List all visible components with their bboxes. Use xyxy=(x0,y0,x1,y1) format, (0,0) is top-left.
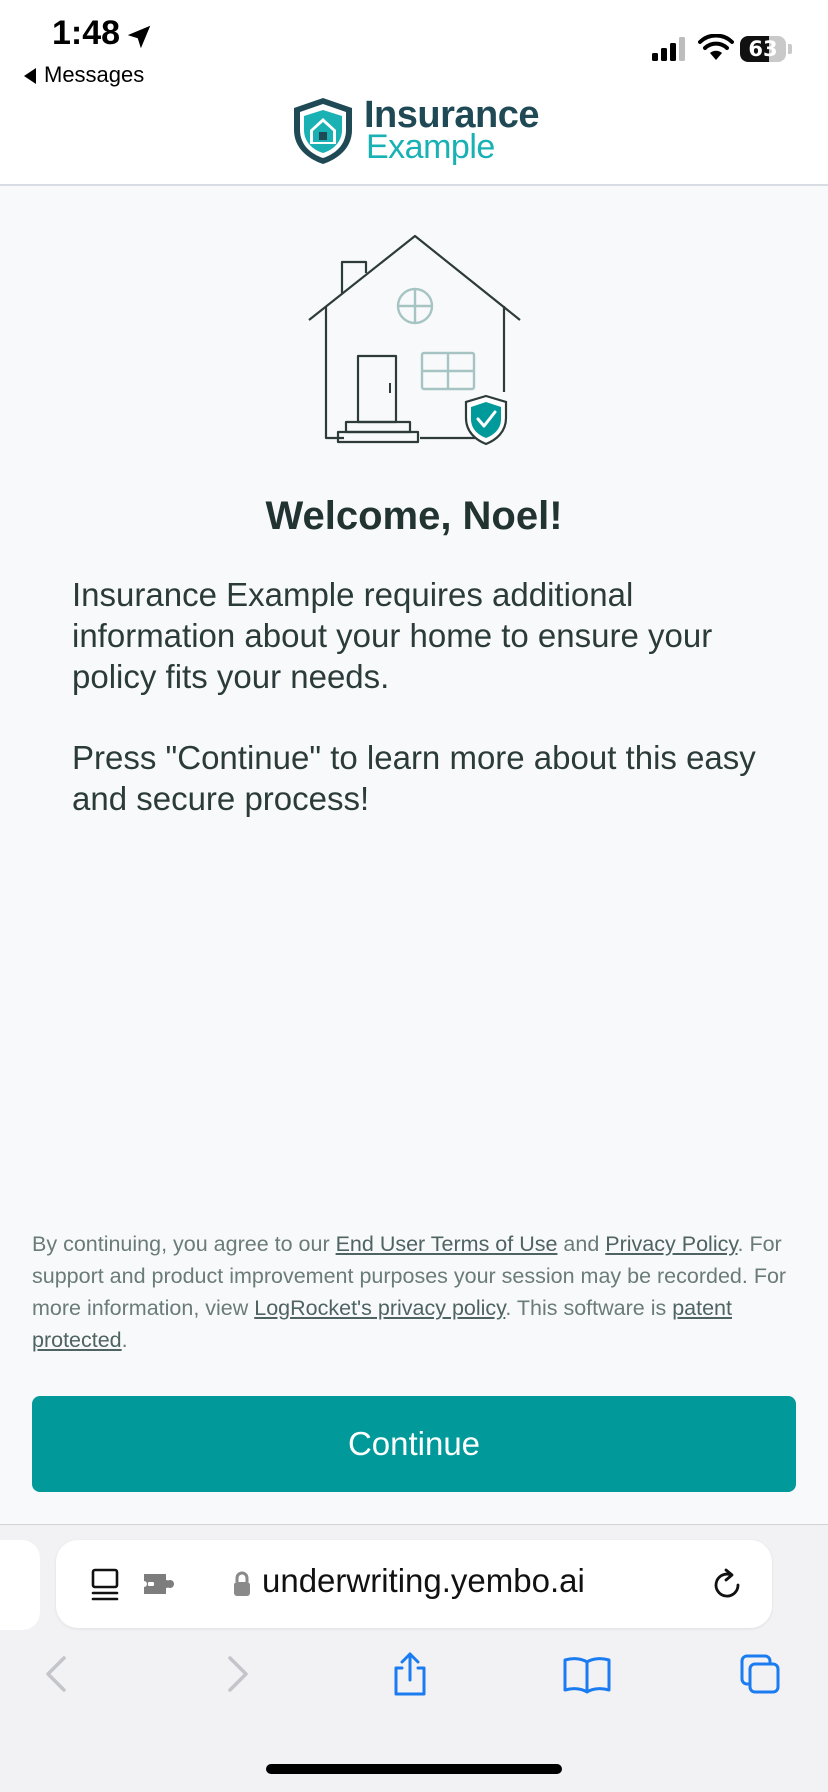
intro-paragraph-2: Press "Continue" to learn more about thi… xyxy=(72,739,756,817)
lock-icon xyxy=(234,1571,250,1596)
previous-tab-card[interactable] xyxy=(0,1540,40,1630)
tabs-icon[interactable] xyxy=(738,1652,782,1696)
terms-disclaimer: By continuing, you agree to our End User… xyxy=(32,1228,802,1356)
logrocket-privacy-link[interactable]: LogRocket's privacy policy xyxy=(254,1296,505,1320)
house-shield-illustration xyxy=(308,234,521,446)
status-time: 1:48 xyxy=(52,14,121,52)
cellular-signal-icon xyxy=(652,37,685,61)
terms-text-2: and xyxy=(557,1232,606,1256)
forward-icon[interactable] xyxy=(214,1652,258,1696)
share-icon[interactable] xyxy=(388,1652,432,1696)
location-arrow-icon xyxy=(127,25,151,49)
brand-header: Insurance Example xyxy=(0,94,828,186)
wifi-icon xyxy=(698,34,734,60)
brand-name-line2: Example xyxy=(366,128,495,166)
back-triangle-icon xyxy=(24,68,36,85)
extension-puzzle-icon[interactable] xyxy=(140,1568,178,1600)
reader-mode-icon[interactable] xyxy=(88,1566,124,1602)
terms-text-4: . This software is xyxy=(505,1296,673,1320)
back-to-messages-link[interactable]: Messages xyxy=(24,62,144,88)
bookmarks-icon[interactable] xyxy=(562,1652,612,1696)
back-label: Messages xyxy=(44,62,145,87)
eula-link[interactable]: End User Terms of Use xyxy=(336,1232,558,1256)
privacy-policy-link[interactable]: Privacy Policy xyxy=(605,1232,737,1256)
insurance-logo-icon xyxy=(294,98,352,164)
welcome-heading: Welcome, Noel! xyxy=(265,494,563,538)
intro-paragraph-1: Insurance Example requires additional in… xyxy=(72,576,713,695)
terms-text-5: . xyxy=(121,1328,128,1352)
continue-button[interactable]: Continue xyxy=(32,1396,796,1492)
home-indicator xyxy=(266,1764,562,1774)
battery-icon: 63 xyxy=(740,36,792,62)
intro-text: Insurance Example requires additional in… xyxy=(72,574,762,859)
terms-text-1: By continuing, you agree to our xyxy=(32,1232,336,1256)
reload-icon[interactable] xyxy=(708,1566,746,1604)
back-icon[interactable] xyxy=(36,1652,80,1696)
battery-level: 63 xyxy=(748,37,778,61)
url-text[interactable]: underwriting.yembo.ai xyxy=(262,1562,585,1600)
